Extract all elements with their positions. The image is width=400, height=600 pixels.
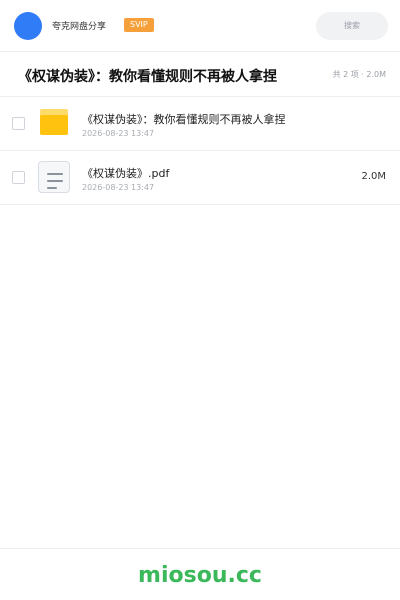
svip-badge: SVIP: [124, 18, 154, 32]
document-icon: [38, 161, 70, 193]
folder-icon: [40, 109, 68, 135]
page-title: 《权谋伪装》：教你看懂规则不再被人拿捏: [18, 69, 277, 85]
row-checkbox[interactable]: [12, 117, 25, 130]
header: 夸克网盘分享 SVIP 搜索: [0, 0, 400, 52]
user-name: 夸克网盘分享: [52, 22, 107, 32]
footer: miosou.cc: [0, 548, 400, 600]
search-input[interactable]: 搜索: [316, 12, 388, 40]
title-bar: 《权谋伪装》：教你看懂规则不再被人拿捏 共 2 项 · 2.0M: [0, 52, 400, 97]
row-checkbox[interactable]: [12, 171, 25, 184]
file-name[interactable]: 《权谋伪装》：教你看懂规则不再被人拿捏: [82, 111, 286, 127]
file-date: 2026-08-23 13:47: [82, 129, 155, 138]
file-date: 2026-08-23 13:47: [82, 183, 155, 192]
file-row[interactable]: 《权谋伪装》：教你看懂规则不再被人拿捏 2026-08-23 13:47: [0, 97, 400, 151]
item-summary: 共 2 项 · 2.0M: [332, 70, 386, 79]
footer-brand[interactable]: miosou.cc: [0, 563, 400, 588]
file-row[interactable]: 《权谋伪装》.pdf 2026-08-23 13:47 2.0M: [0, 151, 400, 205]
file-name[interactable]: 《权谋伪装》.pdf: [82, 165, 169, 181]
file-size: 2.0M: [361, 171, 386, 182]
avatar[interactable]: [14, 12, 42, 40]
